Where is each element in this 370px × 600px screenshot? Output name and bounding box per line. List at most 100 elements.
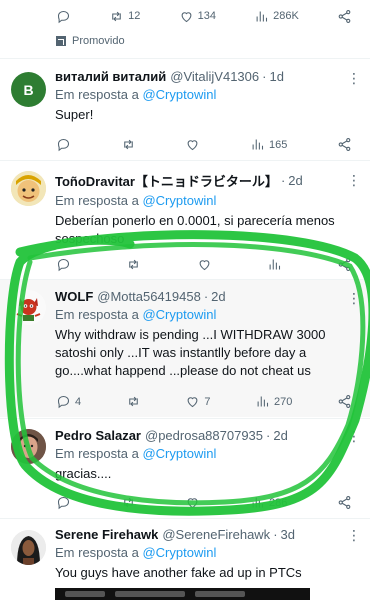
reply-to-link[interactable]: @Cryptowinl [142,307,216,322]
tweet-text: Deberían ponerlo en 0.0001, si parecería… [55,213,335,246]
share-button[interactable] [337,9,352,24]
author-handle[interactable]: @SereneFirehawk [162,527,270,542]
view-count: 270 [274,395,293,408]
reply-button[interactable] [56,257,71,272]
timestamp[interactable]: 2d [211,289,225,304]
views-icon [255,394,270,409]
tweet-text: Why withdraw is pending ...I WITHDRAW 30… [55,327,326,378]
like-button[interactable]: 7 [185,394,210,409]
timestamp[interactable]: 3d [281,527,295,542]
more-icon[interactable]: ⋮ [347,528,361,542]
like-button[interactable] [197,257,212,272]
reply-button[interactable] [56,495,71,510]
avatar[interactable] [11,429,46,464]
like-button[interactable] [185,495,200,510]
like-count: 134 [197,10,216,22]
profile-photo [11,530,46,565]
cartoon-face-image [11,171,46,206]
share-button[interactable] [337,394,352,409]
share-icon [337,495,352,510]
more-icon[interactable]: ⋮ [347,173,361,187]
view-count: 286 [268,496,288,509]
views-button[interactable]: 286K [254,9,299,24]
share-icon [337,257,352,272]
views-icon [254,9,269,24]
author-name[interactable]: виталий виталий [55,69,166,84]
separator-dot: · [266,428,271,443]
more-icon[interactable]: ⋮ [347,429,361,443]
promoted-label: Promovido [56,35,125,47]
author-handle[interactable]: @Motta56419458 [97,289,201,304]
share-button[interactable] [337,495,352,510]
reply-tweet[interactable]: WOLF @Motta56419458 · 2d Em resposta a @… [0,285,370,415]
author-name[interactable]: ToñoDravitar【トニョドラビタール】 [55,171,278,190]
reply-context: Em resposta a @Cryptowinl [55,193,364,208]
views-button[interactable] [267,257,282,272]
timestamp[interactable]: 2d [273,428,287,443]
retweet-button[interactable]: 12 [109,9,140,24]
retweet-button[interactable] [121,137,136,152]
views-button[interactable]: 270 [255,394,292,409]
avatar[interactable] [11,290,46,325]
views-button[interactable]: 165 [250,137,287,152]
reply-context: Em resposta a @Cryptowinl [55,87,364,102]
reply-to-link[interactable]: @Cryptowinl [142,87,216,102]
views-button[interactable]: 286 [250,495,287,510]
reply-to-link[interactable]: @Cryptowinl [142,545,216,560]
more-icon[interactable]: ⋮ [347,71,361,85]
promoted-icon [56,36,66,46]
reply-icon [56,137,71,152]
reply-prefix: Em resposta a [55,446,139,461]
like-button[interactable]: 134 [179,9,216,24]
author-name[interactable]: Serene Firehawk [55,527,158,542]
retweet-button[interactable] [121,495,136,510]
share-button[interactable] [337,257,352,272]
author-handle[interactable]: @VitalijV41306 [170,69,259,84]
retweet-count: 12 [128,10,141,22]
share-button[interactable] [337,137,352,152]
retweet-button[interactable] [126,394,141,409]
author-name[interactable]: WOLF [55,289,93,304]
separator-dot: · [273,527,278,542]
retweet-icon [121,137,136,152]
timestamp[interactable]: 1d [269,69,283,84]
like-icon [185,394,200,409]
reply-tweet[interactable]: B виталий виталий @VitalijV41306 · 1d Em… [0,67,370,159]
timestamp[interactable]: 2d [288,173,302,188]
like-icon [185,495,200,510]
reply-prefix: Em resposta a [55,193,139,208]
author-handle[interactable]: @pedrosa88707935 [145,428,263,443]
reply-tweet[interactable]: Pedro Salazar @pedrosa88707935 · 2d Em r… [0,425,370,515]
reply-button[interactable] [56,9,71,24]
divider [0,58,370,59]
retweet-icon [126,394,141,409]
avatar[interactable] [11,530,46,565]
reply-prefix: Em resposta a [55,87,139,102]
divider [0,279,370,280]
like-icon [197,257,212,272]
divider [0,160,370,161]
promoted-text: Promovido [72,35,125,47]
avatar[interactable]: B [11,72,46,107]
reply-icon [56,257,71,272]
avatar[interactable] [11,171,46,206]
more-icon[interactable]: ⋮ [347,291,361,305]
embedded-screenshot-strip [55,588,310,600]
reply-tweet[interactable]: ToñoDravitar【トニョドラビタール】 · 2d Em resposta… [0,167,370,275]
retweet-icon [121,495,136,510]
reply-to-link[interactable]: @Cryptowinl [142,193,216,208]
like-button[interactable] [185,137,200,152]
view-count: 286K [273,10,299,22]
retweet-icon [126,257,141,272]
reply-button[interactable]: 4 [56,394,81,409]
reply-prefix: Em resposta a [55,307,139,322]
wolf-mascot-image [11,290,46,325]
reply-button[interactable] [56,137,71,152]
avatar-letter: B [23,81,34,98]
reply-context: Em resposta a @Cryptowinl [55,446,364,461]
profile-photo [11,429,46,464]
author-name[interactable]: Pedro Salazar [55,428,141,443]
retweet-button[interactable] [126,257,141,272]
reply-to-link[interactable]: @Cryptowinl [142,446,216,461]
reply-icon [56,495,71,510]
